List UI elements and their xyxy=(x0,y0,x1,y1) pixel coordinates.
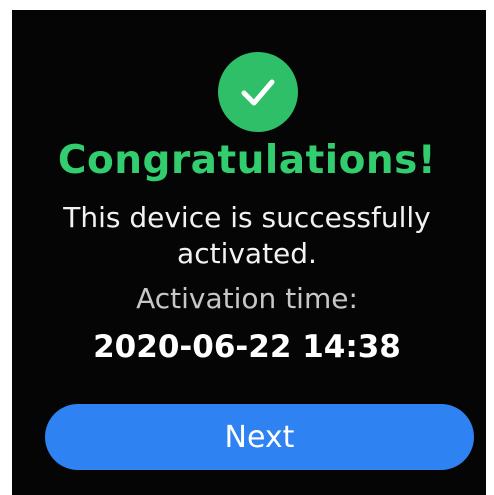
congratulations-title: Congratulations! xyxy=(57,138,437,183)
activation-message-line2: activated. xyxy=(177,237,317,270)
activation-time-label: Activation time: xyxy=(136,282,358,315)
activation-message: This device is successfully activated. xyxy=(0,200,494,272)
success-check-icon xyxy=(218,52,298,132)
activation-message-line1: This device is successfully xyxy=(63,201,431,234)
next-button[interactable]: Next xyxy=(45,404,474,470)
checkmark-icon xyxy=(241,79,275,106)
next-button-label: Next xyxy=(224,419,295,455)
activation-time-value: 2020-06-22 14:38 xyxy=(93,329,401,365)
